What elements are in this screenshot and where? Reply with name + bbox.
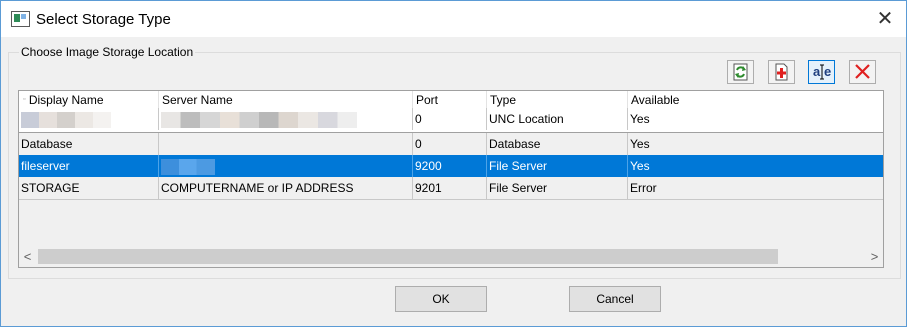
redacted-server-name	[158, 155, 412, 177]
redacted-server-name	[158, 108, 412, 130]
column-header-available[interactable]: Available	[627, 91, 883, 108]
column-header-port[interactable]: Port	[412, 91, 486, 108]
table-row-selected[interactable]: fileserver 9200 File Server Yes	[19, 155, 883, 177]
refresh-icon	[733, 63, 748, 81]
type-cell: File Server	[486, 177, 627, 199]
port-cell: 0	[412, 133, 486, 155]
type-cell: UNC Location	[486, 108, 627, 130]
select-storage-type-dialog: Select Storage Type ✕ Choose Image Stora…	[0, 0, 907, 327]
cancel-button[interactable]: Cancel	[569, 286, 661, 312]
grid-header: ▫ Display Name Server Name Port Type Ava…	[19, 91, 883, 108]
horizontal-scrollbar[interactable]: < >	[19, 248, 883, 265]
redacted-display-name	[19, 108, 158, 130]
port-cell: 0	[412, 108, 486, 130]
display-name-cell: STORAGE	[21, 181, 80, 195]
scroll-right-icon[interactable]: >	[866, 248, 883, 265]
storage-grid[interactable]: ▫ Display Name Server Name Port Type Ava…	[18, 90, 884, 268]
ok-button[interactable]: OK	[395, 286, 487, 312]
delete-x-icon	[855, 64, 870, 79]
available-cell: Yes	[627, 108, 883, 130]
scroll-left-icon[interactable]: <	[19, 248, 36, 265]
close-icon[interactable]: ✕	[867, 5, 903, 33]
available-cell: Yes	[627, 155, 883, 177]
table-row[interactable]: Database 0 Database Yes	[19, 133, 883, 155]
port-cell: 9201	[412, 177, 486, 199]
title-bar[interactable]: Select Storage Type ✕	[1, 1, 906, 37]
column-header-type[interactable]: Type	[486, 91, 627, 108]
table-row[interactable]: STORAGE COMPUTERNAME or IP ADDRESS 9201 …	[19, 177, 883, 199]
refresh-button[interactable]	[727, 60, 754, 84]
server-name-cell	[158, 133, 412, 155]
group-label: Choose Image Storage Location	[19, 45, 196, 59]
server-name-cell: COMPUTERNAME or IP ADDRESS	[158, 177, 412, 199]
available-cell: Error	[627, 177, 883, 199]
add-document-icon	[775, 63, 788, 81]
table-row[interactable]: 0 UNC Location Yes	[19, 108, 883, 132]
type-cell: File Server	[486, 155, 627, 177]
display-name-cell: Database	[21, 137, 73, 151]
svg-text:a: a	[813, 64, 821, 79]
svg-text:e: e	[824, 64, 831, 79]
text-edit-icon: a e	[813, 64, 831, 80]
port-cell: 9200	[412, 155, 486, 177]
column-header-server-name[interactable]: Server Name	[158, 91, 412, 108]
rename-button[interactable]: a e	[808, 60, 835, 84]
scrollbar-thumb[interactable]	[38, 249, 778, 264]
available-cell: Yes	[627, 133, 883, 155]
display-name-cell: fileserver	[21, 159, 70, 173]
app-icon	[11, 11, 30, 27]
column-header-display-name[interactable]: ▫ Display Name	[19, 91, 158, 108]
type-cell: Database	[486, 133, 627, 155]
delete-button[interactable]	[849, 60, 876, 84]
add-button[interactable]	[768, 60, 795, 84]
dialog-title: Select Storage Type	[36, 11, 171, 28]
